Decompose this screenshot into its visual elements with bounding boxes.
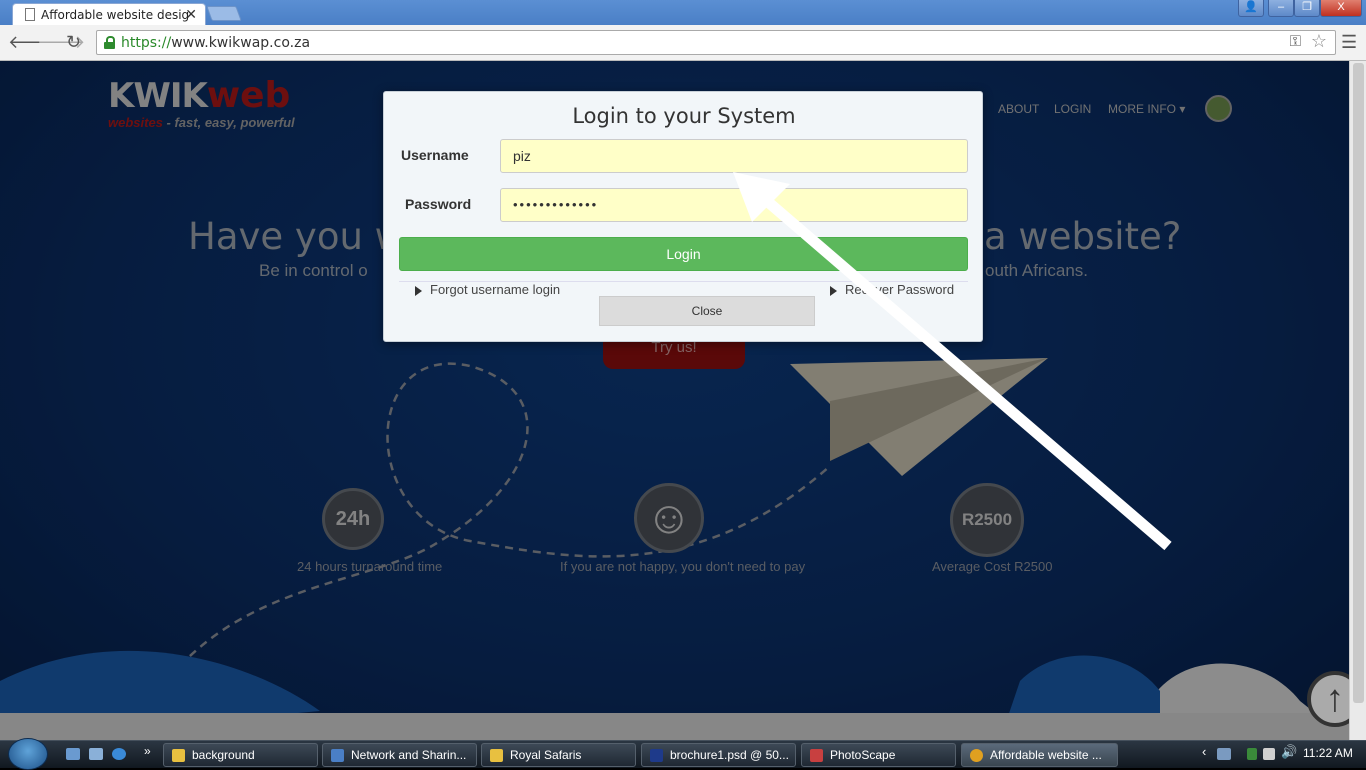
more-chevron-icon[interactable]: » [144,744,151,758]
login-modal: Login to your System Username Password •… [383,91,983,342]
taskbar-btn-background[interactable]: background [163,743,318,767]
recover-password-link[interactable]: Recover Password [830,282,954,297]
taskbar-btn-royal-safaris[interactable]: Royal Safaris [481,743,636,767]
tray-network-icon[interactable] [1217,748,1231,760]
username-input[interactable] [500,139,968,173]
switch-windows-icon[interactable] [89,748,103,760]
restore-button[interactable]: ❐ [1294,0,1320,17]
modal-title: Login to your System [572,104,796,128]
tray-display-icon[interactable] [1263,748,1275,760]
url-text: https://www.kwikwap.co.za [121,35,311,51]
lock-icon [104,36,115,49]
tab-strip: Affordable website design ✕ 👤 – ❐ X [0,0,1366,25]
user-icon[interactable]: 👤 [1238,0,1264,17]
address-bar[interactable]: https://www.kwikwap.co.za ⚿ ☆ [96,30,1336,55]
new-tab-button[interactable] [206,6,242,21]
tray-app-icon[interactable] [1247,748,1257,760]
taskbar-btn-network[interactable]: Network and Sharin... [322,743,477,767]
tray-expand-icon[interactable]: ‹ [1202,744,1206,759]
forgot-username-link[interactable]: Forgot username login [415,282,560,297]
taskbar-btn-photoshop[interactable]: brochure1.psd @ 50... [641,743,796,767]
browser-toolbar: 🡐 🡒 ↻ https://www.kwikwap.co.za ⚿ ☆ ☰ [0,25,1366,61]
login-button[interactable]: Login [399,237,968,271]
tab-close-icon[interactable]: ✕ [185,6,197,23]
minimize-button[interactable]: – [1268,0,1294,17]
close-window-button[interactable]: X [1320,0,1362,17]
close-button[interactable]: Close [599,296,815,326]
browser-tab[interactable]: Affordable website design ✕ [12,3,206,25]
password-label: Password [405,196,472,212]
browser-window: Affordable website design ✕ 👤 – ❐ X 🡐 🡒 … [0,0,1366,740]
scrollbar-thumb[interactable] [1353,63,1364,703]
system-clock[interactable]: 11:22 AM [1303,746,1353,760]
caret-right-icon [415,285,422,296]
password-input[interactable]: ••••••••••••• [500,188,968,222]
username-label: Username [401,147,469,163]
key-icon[interactable]: ⚿ [1290,33,1301,50]
menu-icon[interactable]: ☰ [1341,32,1357,52]
volume-icon[interactable]: 🔊 [1281,744,1297,760]
page-scrollbar[interactable] [1349,61,1366,740]
taskbar: » background Network and Sharin... Royal… [0,738,1366,770]
start-button[interactable] [8,738,48,770]
ie-icon[interactable] [112,748,126,760]
reload-icon[interactable]: ↻ [66,32,81,52]
taskbar-btn-chrome[interactable]: Affordable website ... [961,743,1118,767]
page-icon [25,8,35,21]
taskbar-btn-photoscape[interactable]: PhotoScape [801,743,956,767]
show-desktop-icon[interactable] [66,748,80,760]
caret-right-icon [830,285,837,296]
star-icon[interactable]: ☆ [1311,31,1327,52]
tab-title: Affordable website design [41,8,189,22]
